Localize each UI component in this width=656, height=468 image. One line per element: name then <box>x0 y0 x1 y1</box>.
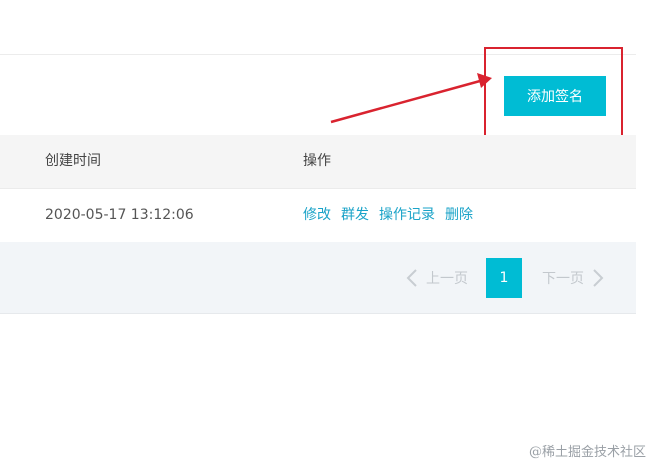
table-row: 2020-05-17 13:12:06 修改 群发 操作记录 删除 <box>0 189 636 243</box>
mass-send-link[interactable]: 群发 <box>341 189 369 242</box>
prev-page-button[interactable]: 上一页 <box>404 268 468 288</box>
prev-page-label: 上一页 <box>426 271 468 287</box>
pagination: 上一页 1 下一页 <box>404 258 606 298</box>
chevron-right-icon <box>593 269 604 287</box>
chevron-left-icon <box>406 269 417 287</box>
column-header-actions: 操作 <box>303 153 331 169</box>
page-number-current[interactable]: 1 <box>486 258 522 298</box>
row-actions: 修改 群发 操作记录 删除 <box>303 189 473 242</box>
pagination-bar: 上一页 1 下一页 <box>0 242 636 314</box>
watermark: @稀土掘金技术社区 <box>528 445 646 460</box>
next-page-label: 下一页 <box>542 271 584 287</box>
column-header-created-time: 创建时间 <box>45 153 101 169</box>
edit-link[interactable]: 修改 <box>303 189 331 242</box>
created-time-cell: 2020-05-17 13:12:06 <box>45 207 194 223</box>
operation-log-link[interactable]: 操作记录 <box>379 189 435 242</box>
delete-link[interactable]: 删除 <box>445 189 473 242</box>
next-page-button[interactable]: 下一页 <box>542 268 606 288</box>
signature-table: 创建时间 操作 2020-05-17 13:12:06 修改 群发 操作记录 删… <box>0 135 636 243</box>
table-header: 创建时间 操作 <box>0 135 636 189</box>
